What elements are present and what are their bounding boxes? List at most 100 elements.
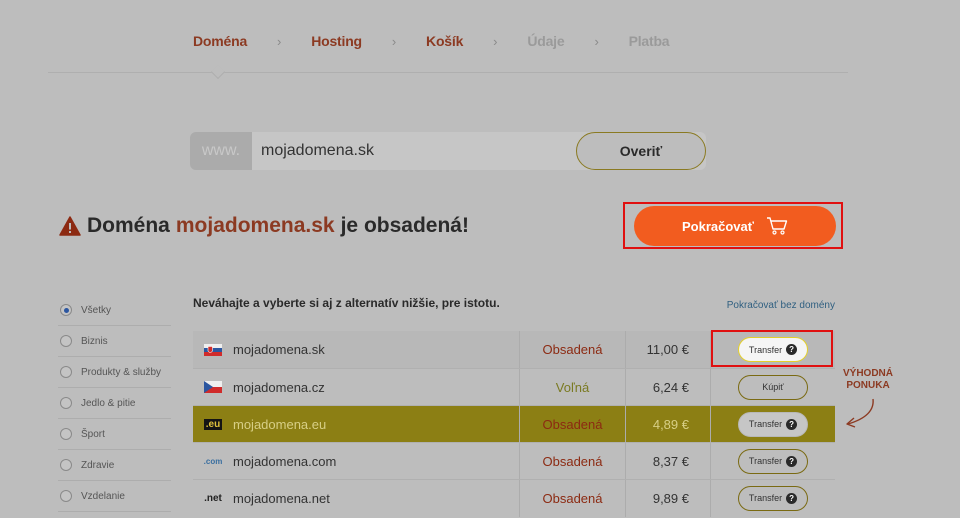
step-hosting[interactable]: Hosting [311,33,362,49]
continue-button[interactable]: Pokračovať [634,206,836,246]
category-label: Všetky [81,304,112,316]
chevron-right-icon: › [493,33,498,49]
tld-cell: .eu [193,418,233,430]
radio-icon[interactable] [60,490,72,502]
step-kosik[interactable]: Košík [426,33,463,49]
availability-headline: Doména mojadomena.sk je obsadená! [59,214,469,238]
radio-icon[interactable] [60,459,72,471]
category-vzdelanie[interactable]: Vzdelanie [58,481,171,512]
transfer-label: Transfer [748,344,783,355]
category-label: Zdravie [81,459,115,471]
category-label: Biznis [81,335,108,347]
warning-icon [59,216,81,236]
transfer-label: Transfer [748,456,783,466]
checkout-stepper: Doména › Hosting › Košík › Údaje › Platb… [193,33,670,49]
action-cell: Transfer ? [711,406,835,443]
transfer-button[interactable]: Transfer ? [738,337,808,362]
action-cell: Transfer ? [711,443,835,480]
slovakia-flag-icon [204,343,222,356]
category-biznis[interactable]: Biznis [58,326,171,357]
table-row-highlighted: .eu mojadomena.eu Obsadená 4,89 € Transf… [193,405,835,443]
domain-name: mojadomena.eu [233,416,327,432]
active-step-indicator [210,64,226,80]
radio-icon[interactable] [60,397,72,409]
tld-cell [193,381,233,393]
buy-button[interactable]: Kúpiť [738,374,808,400]
radio-icon[interactable] [60,335,72,347]
chevron-right-icon: › [594,33,599,49]
domain-status: Obsadená [519,331,626,368]
category-filter: Všetky Biznis Produkty & služby Jedlo & … [58,295,171,512]
help-icon[interactable]: ? [786,418,798,430]
transfer-label: Transfer [748,419,783,429]
domain-status: Voľná [519,368,626,406]
table-row: mojadomena.cz Voľná 6,24 € Kúpiť [193,368,835,406]
category-sport[interactable]: Šport [58,419,171,450]
continue-without-domain-link[interactable]: Pokračovať bez domény [727,300,835,311]
domain-name: mojadomena.cz [233,379,325,395]
tld-cell: .com [193,457,233,466]
category-label: Vzdelanie [81,490,125,502]
category-label: Jedlo & pitie [81,397,136,409]
www-prefix: www. [190,132,252,170]
domain-status: Obsadená [519,442,626,480]
domain-price: 11,00 € [626,331,711,368]
help-icon[interactable]: ? [786,492,798,504]
step-domena[interactable]: Doména [193,33,247,49]
help-icon[interactable]: ? [786,455,798,467]
domain-status: Obsadená [519,405,626,443]
step-platba: Platba [628,33,670,49]
transfer-button[interactable]: Transfer ? [738,411,808,437]
chevron-right-icon: › [391,33,397,49]
radio-icon[interactable] [60,428,72,440]
chevron-right-icon: › [277,33,282,49]
domain-search: www. Overiť [190,132,706,170]
domain-alternatives-table: mojadomena.sk Obsadená 11,00 € Transfer … [193,331,835,517]
continue-label: Pokračovať [682,218,754,234]
table-row: .net mojadomena.net Obsadená 9,89 € Tran… [193,479,835,517]
tld-com-logo: .com [203,456,223,466]
headline-suffix: je obsadená! [340,214,469,237]
action-cell: Kúpiť [711,369,835,406]
help-icon[interactable]: ? [786,344,798,355]
domain-price: 8,37 € [626,442,711,480]
transfer-button[interactable]: Transfer ? [738,448,808,474]
category-vsetky[interactable]: Všetky [58,295,171,326]
cart-icon [767,217,788,235]
tld-eu-logo: .eu [203,418,223,430]
domain-name: mojadomena.com [233,453,337,469]
headline-domain: mojadomena.sk [175,214,335,237]
promo-line-2: PONUKA [846,380,890,391]
step-udaje: Údaje [527,33,565,49]
category-produkty-sluzby[interactable]: Produkty & služby [58,357,171,388]
domain-status: Obsadená [519,479,626,517]
tld-cell [193,343,233,356]
table-row: .com mojadomena.com Obsadená 8,37 € Tran… [193,442,835,480]
category-label: Šport [81,428,105,440]
promo-line-1: VÝHODNÁ [843,368,894,379]
radio-selected-icon[interactable] [60,304,72,316]
category-zdravie[interactable]: Zdravie [58,450,171,481]
action-cell: Transfer ? [711,331,835,368]
tld-cell: .net [193,493,233,504]
radio-icon[interactable] [60,366,72,378]
domain-name: mojadomena.sk [233,342,325,357]
transfer-label: Transfer [748,493,783,503]
transfer-button[interactable]: Transfer ? [738,485,808,511]
table-row: mojadomena.sk Obsadená 11,00 € Transfer … [193,331,835,368]
domain-price: 4,89 € [626,405,711,443]
alternatives-hint: Neváhajte a vyberte si aj z alternatív n… [193,296,500,310]
domain-price: 9,89 € [626,479,711,517]
domain-price: 6,24 € [626,368,711,406]
arrow-icon [846,398,874,428]
promo-label: VÝHODNÁ PONUKA [843,368,893,392]
stepper-divider [48,72,848,73]
tld-net-logo: .net [204,492,222,504]
domain-name: mojadomena.net [233,490,330,506]
continue-highlight-box: Pokračovať [623,202,843,249]
category-label: Produkty & služby [81,366,162,378]
category-jedlo-pitie[interactable]: Jedlo & pitie [58,388,171,419]
action-cell: Transfer ? [711,480,835,517]
headline-prefix: Doména [87,214,170,237]
verify-button[interactable]: Overiť [576,132,706,170]
